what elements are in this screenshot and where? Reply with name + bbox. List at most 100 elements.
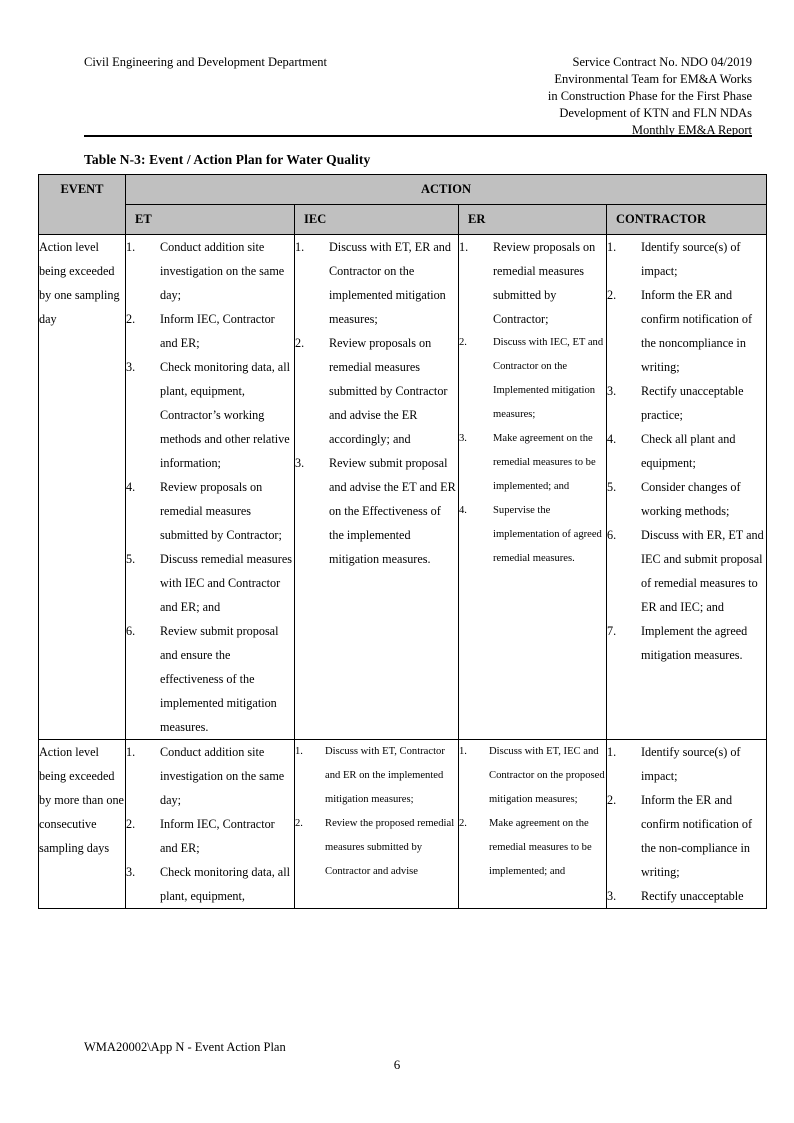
et-action-list: 1. Conduct addition site investigation on… [126,235,294,739]
cell-contractor: 1. Identify source(s) of impact; 2. Inform … [605,739,768,909]
action-list-item: 4. Check all plant and equipment; [607,427,766,475]
footer-file-path: WMA20002\App N - Event Action Plan [84,1040,286,1054]
event-description: Action level being exceeded by one sampl… [39,240,120,326]
header-divider-rule [84,135,752,137]
table-row: Action level being exceeded by one sampl… [38,234,768,740]
action-list-item-number: 6. [607,528,617,542]
action-list-item-number: 1. [295,746,303,757]
action-list-item: 3. Check monitoring data, all plant, equi… [126,860,294,908]
action-list-item-text: Discuss remedial measures with IEC and C… [160,552,292,614]
action-list-item-number: 3. [607,384,617,398]
cell-iec: 1. Discuss with ET, ER and Contractor on … [294,234,459,740]
action-list-item-text: Identify source(s) of impact; [641,745,741,783]
contractor-action-list: 1. Identify source(s) of impact; 2. Inform … [607,740,766,908]
action-list-item-number: 5. [607,480,617,494]
action-list-item-number: 6. [126,624,136,638]
action-list-item-text: Inform IEC, Contractor and ER; [160,312,275,350]
action-list-item-number: 2. [459,337,467,348]
action-list-item: 3. Rectify unacceptable practice; [607,379,766,427]
column-header-action: ACTION [124,174,768,205]
action-list-item-number: 3. [126,360,136,374]
column-header-et: ET [125,204,295,235]
action-list-item: 3. Rectify unacceptable [607,884,766,908]
action-list-item: 1. Identify source(s) of impact; [607,740,766,788]
action-list-item: 1. Review proposals on remedial measures … [459,235,606,331]
action-list-item-number: 7. [607,624,617,638]
column-header-event: EVENT [38,174,126,235]
table-row: Action level being exceeded by more than… [38,739,768,909]
action-list-item: 1. Discuss with ET, Contractor and ER on … [295,740,458,812]
er-action-list: 1. Review proposals on remedial measures … [459,235,606,571]
action-list-item: 7. Implement the agreed mitigation measur… [607,619,766,667]
action-list-item: 1. Discuss with ET, IEC and Contractor on… [459,740,606,812]
action-list-item-text: Supervise the implementation of agreed r… [493,505,602,564]
er-action-list: 1. Discuss with ET, IEC and Contractor on… [459,740,606,884]
action-list-item-number: 3. [607,889,617,903]
cell-er: 1. Review proposals on remedial measures … [458,234,607,740]
cell-iec: 1. Discuss with ET, Contractor and ER on … [294,739,459,909]
action-list-item-number: 1. [607,745,617,759]
action-list-item-text: Conduct addition site investigation on t… [160,240,285,302]
action-list-item-number: 2. [607,288,617,302]
action-list-item-number: 4. [126,480,136,494]
action-list-item: 5. Consider changes of working methods; [607,475,766,523]
action-list-item-number: 1. [607,240,617,254]
action-list-item: 2. Inform the ER and confirm notification… [607,788,766,884]
cell-et: 1. Conduct addition site investigation on… [125,739,295,909]
header-line-1: Service Contract No. NDO 04/2019 [572,55,752,69]
action-list-item: 6. Discuss with ER, ET and IEC and submit… [607,523,766,619]
action-list-item-text: Implement the agreed mitigation measures… [641,624,748,662]
action-list-item-text: Review proposals on remedial measures su… [329,336,448,446]
action-list-item: 3. Check monitoring data, all plant, equi… [126,355,294,475]
action-list-item-number: 2. [295,336,305,350]
action-list-item: 2. Review proposals on remedial measures … [295,331,458,451]
iec-action-list: 1. Discuss with ET, Contractor and ER on … [295,740,458,884]
action-list-item: 1. Identify source(s) of impact; [607,235,766,283]
action-list-item-text: Discuss with ET, IEC and Contractor on t… [489,746,605,805]
action-list-item-text: Consider changes of working methods; [641,480,741,518]
contractor-action-list: 1. Identify source(s) of impact; 2. Inform … [607,235,766,667]
action-list-item: 1. Discuss with ET, ER and Contractor on … [295,235,458,331]
action-list-item-text: Discuss with ET, ER and Contractor on th… [329,240,451,326]
header-line-4: Development of KTN and FLN NDAs [559,106,752,120]
action-list-item: 2. Inform the ER and confirm notification… [607,283,766,379]
table-title: Table N-3: Event / Action Plan for Water… [84,152,371,167]
action-list-item-text: Rectify unacceptable practice; [641,384,744,422]
action-list-item-number: 2. [126,817,136,831]
cell-event: Action level being exceeded by more than… [38,739,126,909]
cell-er: 1. Discuss with ET, IEC and Contractor on… [458,739,607,909]
action-list-item: 2. Make agreement on the remedial measure… [459,812,606,884]
action-list-item-text: Discuss with ET, Contractor and ER on th… [325,746,445,805]
action-list-item-number: 2. [607,793,617,807]
header-line-3: in Construction Phase for the First Phas… [547,89,752,103]
action-list-item-text: Check monitoring data, all plant, equipm… [160,865,290,903]
action-list-item-text: Rectify unacceptable [641,889,744,903]
event-action-plan-table: EVENT ACTION ET IEC ER CONTRACTOR Action… [38,174,768,909]
header-contract-block: Service Contract No. NDO 04/2019 Environ… [548,54,752,139]
action-list-item-text: Review submit proposal and advise the ET… [329,456,456,566]
action-list-item: 2. Discuss with IEC, ET and Contractor on… [459,331,606,427]
action-list-item-text: Inform the ER and confirm notification o… [641,288,753,374]
action-list-item-number: 2. [295,818,303,829]
action-list-item-number: 4. [459,505,467,516]
action-list-item-number: 1. [295,240,305,254]
action-list-item-text: Inform the ER and confirm notification o… [641,793,753,879]
et-action-list: 1. Conduct addition site investigation on… [126,740,294,908]
cell-event: Action level being exceeded by one sampl… [38,234,126,740]
action-list-item-text: Identify source(s) of impact; [641,240,741,278]
iec-action-list: 1. Discuss with ET, ER and Contractor on … [295,235,458,571]
action-list-item-text: Discuss with ER, ET and IEC and submit p… [641,528,764,614]
action-list-item-number: 1. [459,746,467,757]
action-list-item: 2. Inform IEC, Contractor and ER; [126,307,294,355]
action-list-item-number: 5. [126,552,136,566]
action-list-item-number: 4. [607,432,617,446]
action-list-item: 1. Conduct addition site investigation on… [126,235,294,307]
event-description: Action level being exceeded by more than… [39,745,124,855]
action-list-item-text: Review proposals on remedial measures su… [493,240,596,326]
action-list-item: 3. Make agreement on the remedial measure… [459,427,606,499]
action-list-item-text: Make agreement on the remedial measures … [489,818,592,877]
action-list-item: 5. Discuss remedial measures with IEC and… [126,547,294,619]
action-list-item: 1. Conduct addition site investigation on… [126,740,294,812]
action-list-item: 2. Review the proposed remedial measures … [295,812,458,884]
action-list-item-text: Review the proposed remedial measures su… [325,818,455,877]
